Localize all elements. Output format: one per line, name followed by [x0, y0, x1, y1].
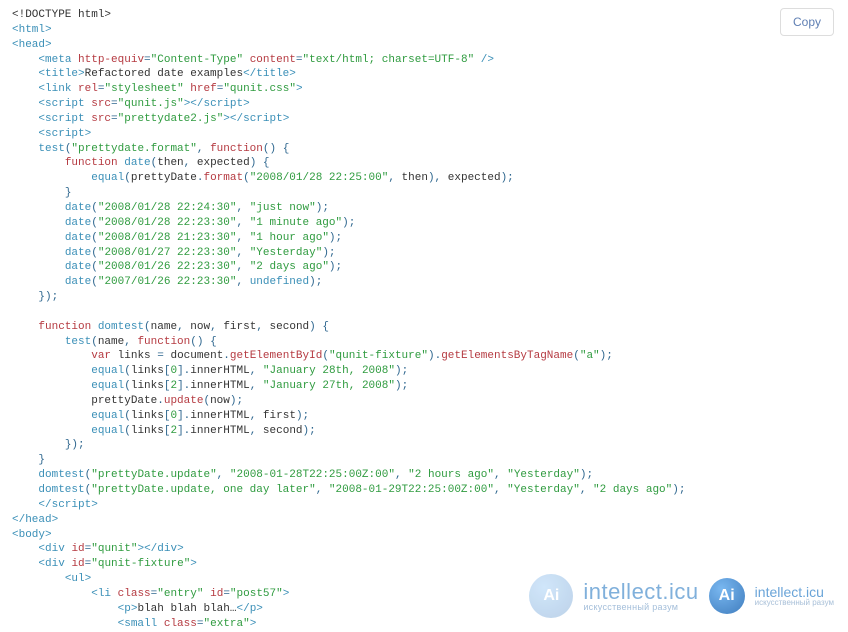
watermark-small-icon: Ai — [709, 578, 745, 614]
watermark-small-sub: искусственный разум — [755, 599, 834, 607]
code-line: <html> — [12, 24, 52, 36]
watermark-icon: Ai — [529, 574, 573, 618]
watermark: Ai intellect.icu искусственный разум Ai … — [529, 574, 834, 618]
watermark-large-text: intellect.icu — [583, 581, 698, 603]
code-line: <head> — [12, 39, 52, 51]
code-block: <!DOCTYPE html> <html> <head> <meta http… — [12, 8, 836, 632]
watermark-sub-text: искусственный разум — [583, 603, 698, 612]
copy-button[interactable]: Copy — [780, 8, 834, 36]
code-line: <!DOCTYPE html> — [12, 9, 111, 21]
watermark-small-text: intellect.icu — [755, 585, 834, 599]
